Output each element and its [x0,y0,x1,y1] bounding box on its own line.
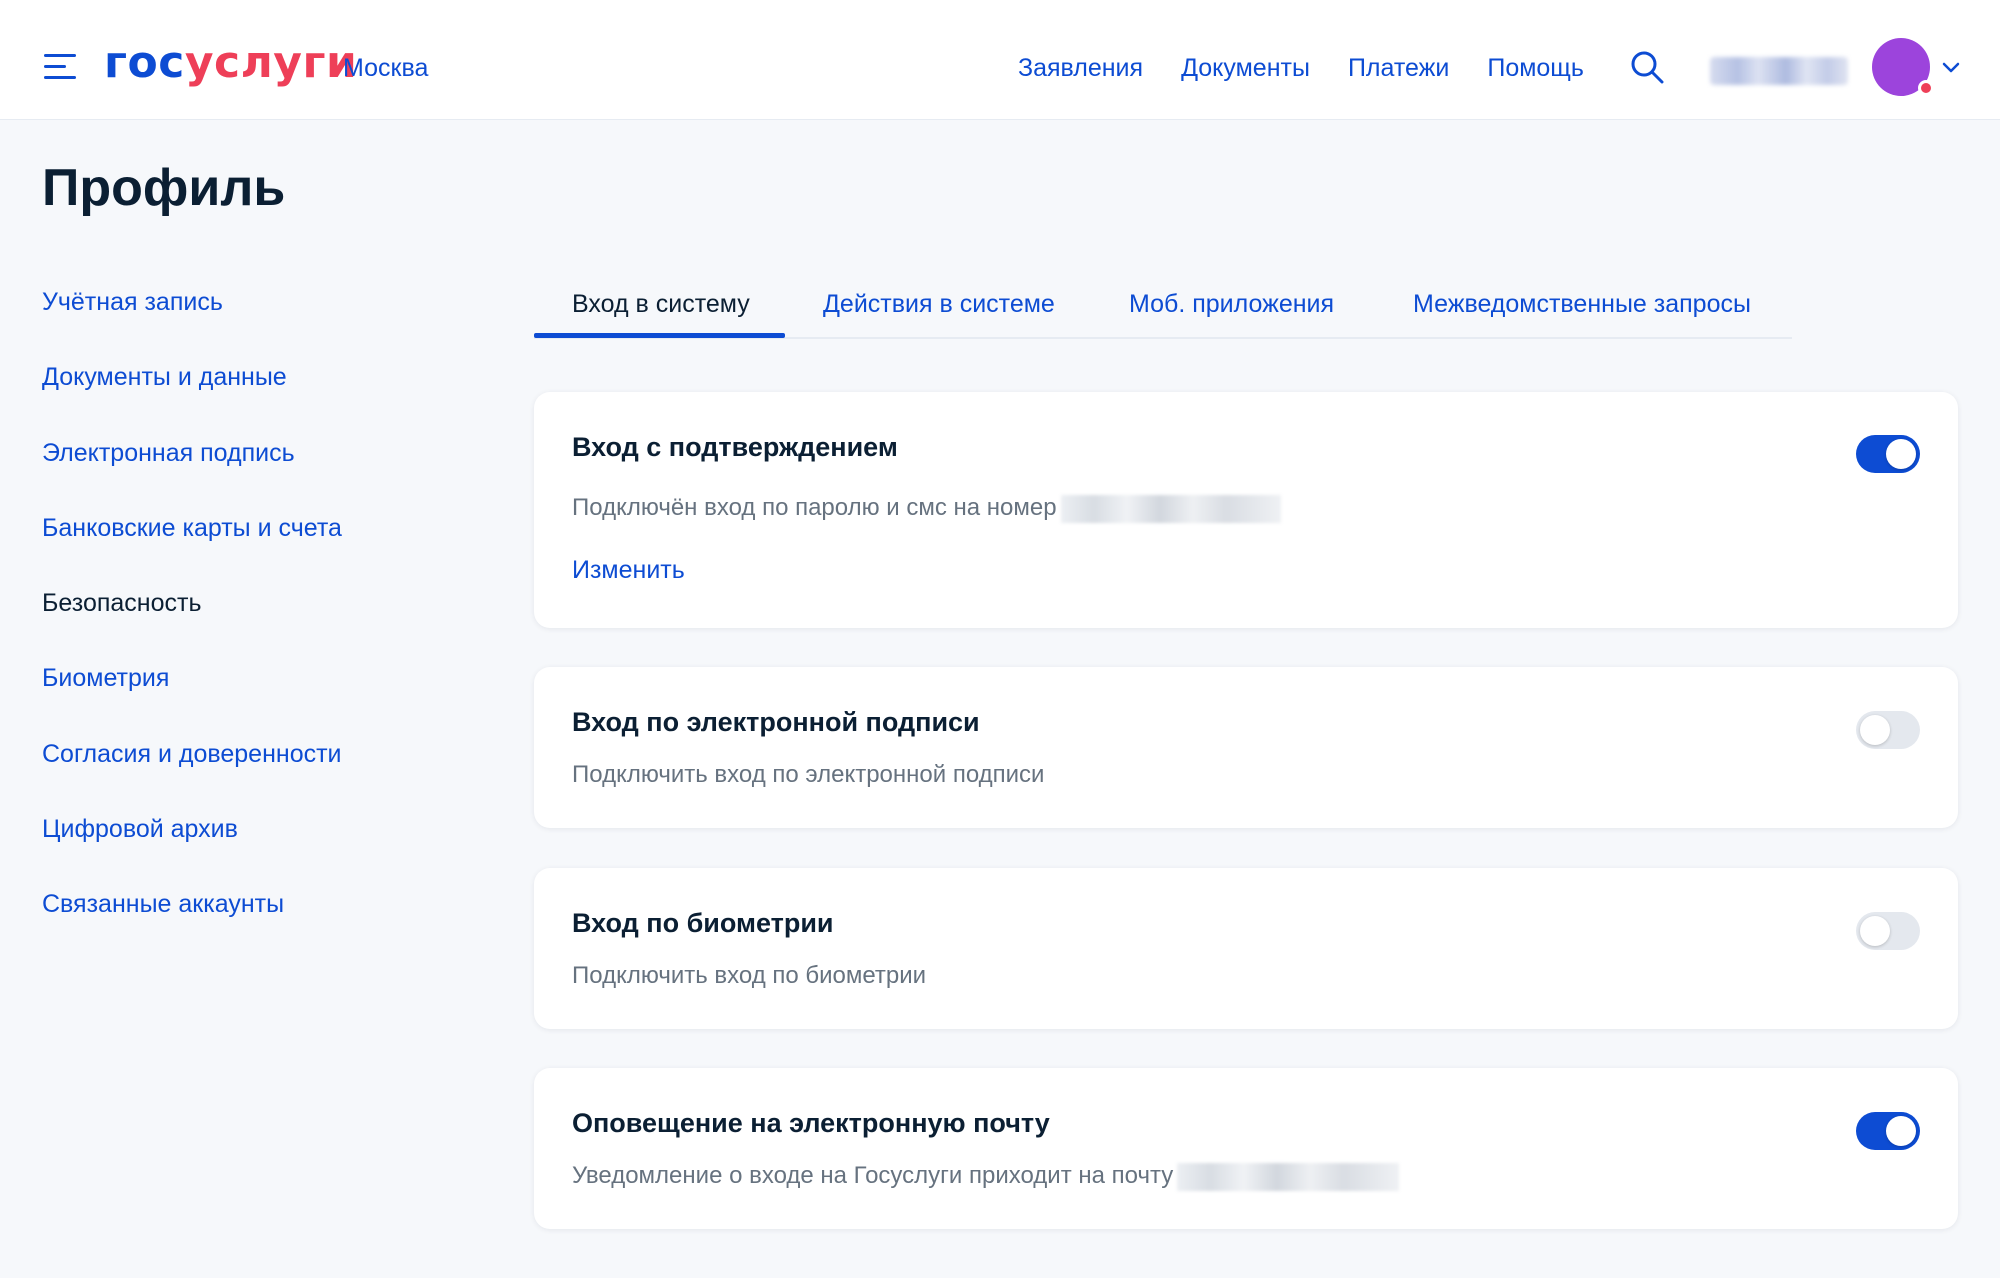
sidebar-item-documents[interactable]: Документы и данные [42,359,502,434]
sidebar-item-bank-cards[interactable]: Банковские карты и счета [42,510,502,585]
card-title: Вход с подтверждением [572,432,898,462]
card-email-notification: Оповещение на электронную почту Уведомле… [534,1068,1958,1229]
search-icon[interactable] [1630,50,1664,84]
top-header: госуслуги Москва Заявления Документы Пла… [0,0,2000,120]
sidebar: Учётная запись Документы и данные Электр… [42,284,502,962]
sidebar-item-consents[interactable]: Согласия и доверенности [42,736,502,811]
active-tab-indicator [534,333,785,338]
card-desc: Уведомление о входе на Госуслуги приходи… [572,1162,1400,1191]
toggle-e-signature-login[interactable] [1856,711,1920,749]
sidebar-item-digital-archive[interactable]: Цифровой архив [42,811,502,886]
menu-icon[interactable] [44,52,76,80]
gosuslugi-logo[interactable]: госуслуги [104,38,357,88]
tab-actions[interactable]: Действия в системе [823,290,1055,319]
sidebar-item-e-signature[interactable]: Электронная подпись [42,435,502,510]
city-selector[interactable]: Москва [343,54,428,83]
toggle-email-notification[interactable] [1856,1112,1920,1150]
tab-mobile-apps[interactable]: Моб. приложения [1129,290,1334,319]
nav-documents[interactable]: Документы [1181,54,1310,83]
email-redacted [1177,1162,1400,1191]
toggle-biometrics-login[interactable] [1856,912,1920,950]
card-desc: Подключить вход по биометрии [572,962,927,989]
tabs-bar: Вход в систему Действия в системе Моб. п… [534,280,1792,339]
sidebar-item-account[interactable]: Учётная запись [42,284,502,359]
tab-interagency-requests[interactable]: Межведомственные запросы [1413,290,1751,319]
card-desc: Подключить вход по электронной подписи [572,761,1045,788]
tab-login[interactable]: Вход в систему [572,290,750,319]
card-desc: Подключён вход по паролю и смс на номер [572,494,1281,523]
sidebar-item-biometrics[interactable]: Биометрия [42,660,502,735]
nav-help[interactable]: Помощь [1487,54,1584,83]
nav-payments[interactable]: Платежи [1348,54,1449,83]
change-link[interactable]: Изменить [572,556,685,585]
top-nav: Заявления Документы Платежи Помощь [1018,54,1622,83]
avatar[interactable] [1872,38,1934,96]
sidebar-item-security[interactable]: Безопасность [42,585,502,660]
username-redacted[interactable] [1710,57,1848,85]
phone-redacted [1060,494,1281,523]
card-title: Вход по биометрии [572,908,834,938]
card-login-confirmation: Вход с подтверждением Подключён вход по … [534,392,1958,628]
page-title: Профиль [42,159,286,217]
card-title: Оповещение на электронную почту [572,1108,1050,1138]
sidebar-item-linked-accounts[interactable]: Связанные аккаунты [42,886,502,961]
toggle-login-confirmation[interactable] [1856,435,1920,473]
card-e-signature-login: Вход по электронной подписи Подключить в… [534,667,1958,828]
notification-dot [1918,80,1934,96]
card-biometrics-login: Вход по биометрии Подключить вход по био… [534,868,1958,1029]
nav-applications[interactable]: Заявления [1018,54,1143,83]
chevron-down-icon[interactable] [1940,56,1962,78]
card-title: Вход по электронной подписи [572,707,980,737]
